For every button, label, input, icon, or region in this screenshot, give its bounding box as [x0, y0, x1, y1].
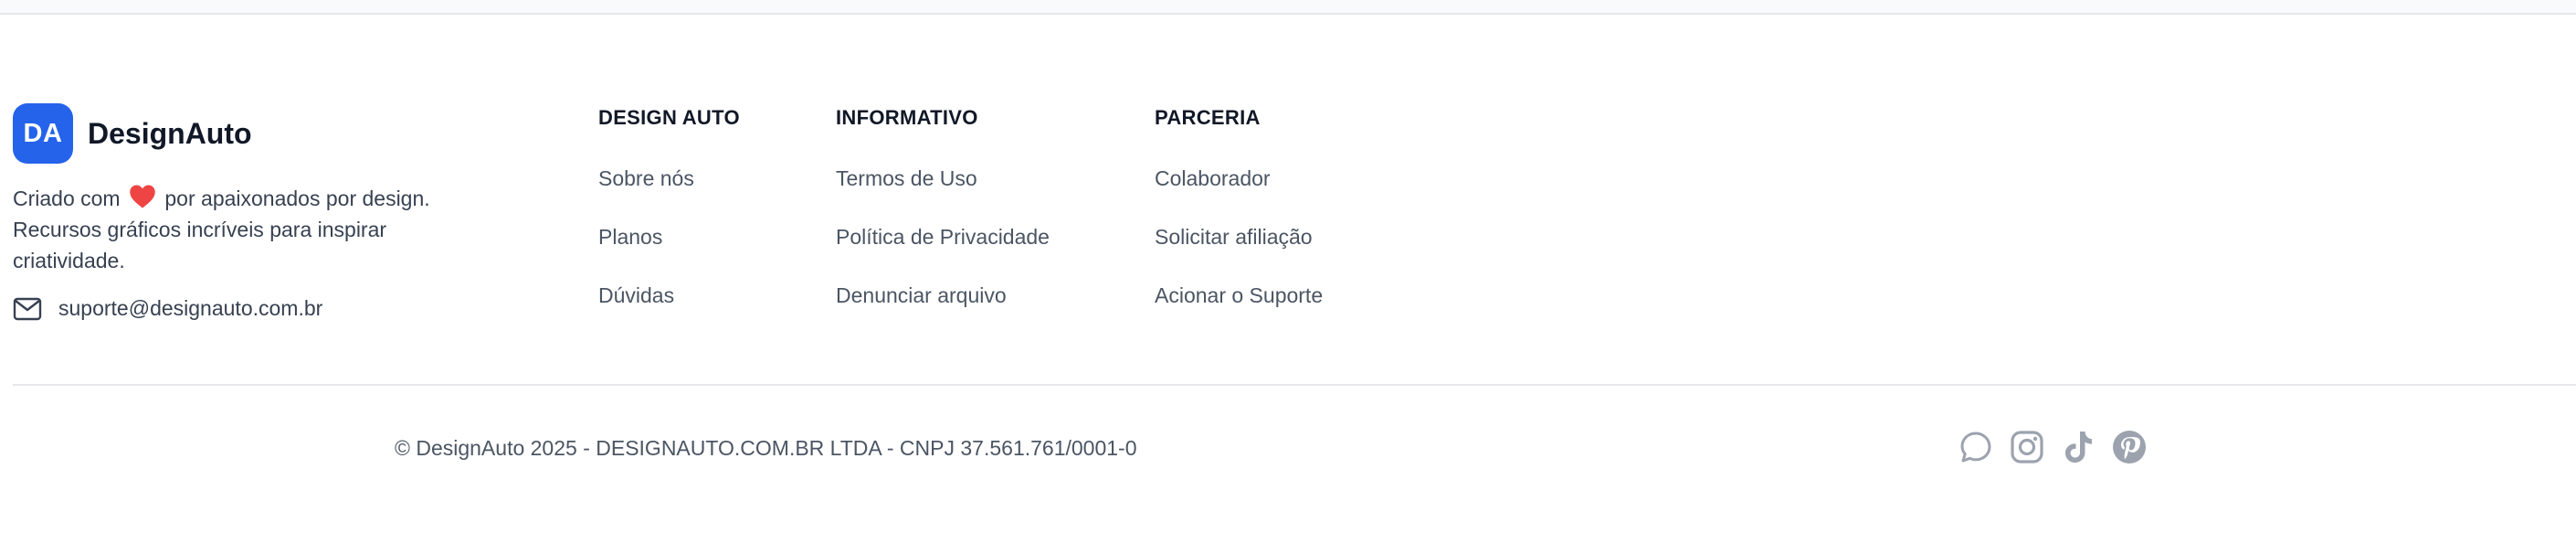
link-termos-de-uso[interactable]: Termos de Uso: [836, 166, 977, 191]
copyright-text: © DesignAuto 2025 - DESIGNAUTO.COM.BR LT…: [395, 436, 1137, 460]
link-acionar-suporte[interactable]: Acionar o Suporte: [1155, 283, 1323, 308]
column-title: INFORMATIVO: [836, 106, 978, 129]
heart-icon: [130, 185, 155, 208]
support-email[interactable]: suporte@designauto.com.br: [13, 296, 322, 321]
footer-column-parceria: PARCERIA Colaborador Solicitar afiliação…: [1155, 106, 1323, 307]
top-strip: [0, 0, 2576, 15]
email-link[interactable]: suporte@designauto.com.br: [58, 296, 322, 321]
link-colaborador[interactable]: Colaborador: [1155, 166, 1271, 191]
chat-icon[interactable]: [1957, 428, 1995, 466]
column-title: DESIGN AUTO: [598, 106, 740, 129]
tagline: Criado com por apaixonados por design. R…: [13, 183, 488, 276]
tagline-start: Criado com: [13, 187, 121, 210]
link-denunciar-arquivo[interactable]: Denunciar arquivo: [836, 283, 1007, 308]
footer-column-design-auto: DESIGN AUTO Sobre nós Planos Dúvidas: [598, 106, 740, 307]
link-duvidas[interactable]: Dúvidas: [598, 283, 674, 308]
column-title: PARCERIA: [1155, 106, 1261, 129]
link-politica-de-privacidade[interactable]: Política de Privacidade: [836, 225, 1050, 250]
brand-name: DesignAuto: [88, 116, 252, 150]
instagram-icon[interactable]: [2008, 428, 2046, 466]
tiktok-icon[interactable]: [2059, 428, 2097, 466]
link-planos[interactable]: Planos: [598, 225, 662, 250]
footer-column-informativo: INFORMATIVO Termos de Uso Política de Pr…: [836, 106, 1050, 307]
link-sobre-nos[interactable]: Sobre nós: [598, 166, 694, 191]
logo-badge: DA: [13, 103, 73, 164]
link-solicitar-afiliacao[interactable]: Solicitar afiliação: [1155, 225, 1313, 250]
mail-icon: [13, 297, 42, 320]
social-links: [1957, 428, 2148, 466]
footer-divider: [13, 384, 2576, 386]
pinterest-icon[interactable]: [2110, 428, 2148, 466]
brand[interactable]: DA DesignAuto: [13, 103, 252, 164]
